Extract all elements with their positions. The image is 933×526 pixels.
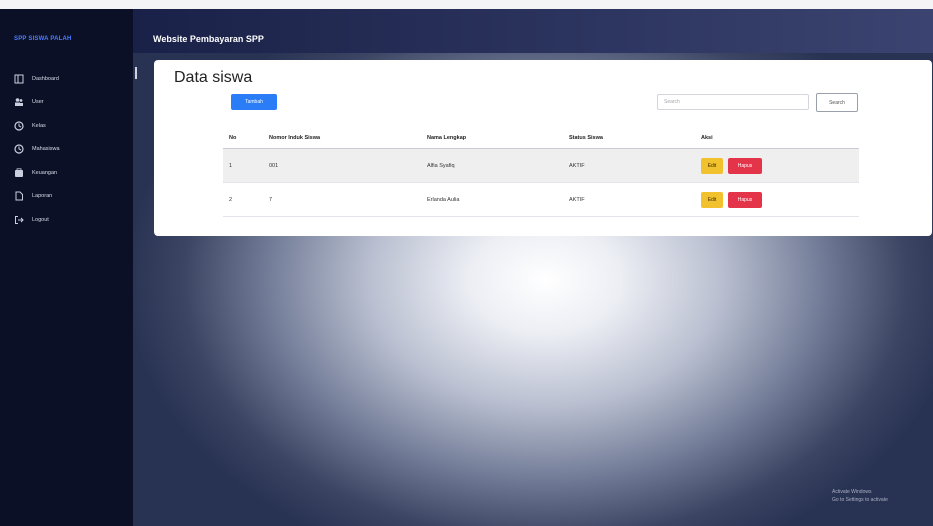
logout-icon	[14, 215, 24, 225]
sidebar-item-dashboard[interactable]: Dashboard	[0, 67, 133, 91]
sidebar: SPP SISWA PALAH Dashboard User Kelas Mah…	[0, 9, 133, 526]
sidebar-item-label: Kelas	[32, 122, 46, 129]
sidebar-item-user[interactable]: User	[0, 91, 133, 115]
page-title: Data siswa	[174, 69, 253, 86]
delete-button[interactable]: Hapus	[728, 191, 762, 208]
users-icon	[14, 97, 24, 107]
cell-status: AKTIF	[563, 148, 695, 183]
table-row: 2 7 Erlanda Aulia AKTIF Edit Hapus	[223, 182, 859, 217]
column-header-no: No	[223, 128, 263, 149]
site-title: Website Pembayaran SPP	[153, 34, 264, 44]
sidebar-item-label: Logout	[32, 216, 49, 223]
column-header-nis: Nomor Induk Siswa	[263, 128, 421, 149]
cell-status: AKTIF	[563, 182, 695, 217]
cell-no: 2	[223, 182, 263, 217]
cell-nama: Erlanda Aulia	[421, 182, 563, 217]
sidebar-item-logout[interactable]: Logout	[0, 208, 133, 232]
sidebar-item-kelas[interactable]: Kelas	[0, 114, 133, 138]
cell-aksi: Edit Hapus	[695, 182, 859, 217]
sidebar-brand[interactable]: SPP SISWA PALAH	[14, 36, 72, 42]
document-icon	[14, 191, 24, 201]
sidebar-item-label: Keuangan	[32, 169, 58, 176]
sidebar-toggle-handle[interactable]	[135, 67, 137, 79]
window-top-strip	[0, 0, 933, 9]
sidebar-item-mahasiswa[interactable]: Mahasiswa	[0, 138, 133, 162]
delete-button[interactable]: Hapus	[728, 157, 762, 174]
cell-nis: 001	[263, 148, 421, 183]
table-header-row: No Nomor Induk Siswa Nama Lengkap Status…	[223, 128, 859, 149]
edit-button[interactable]: Edit	[701, 191, 723, 208]
column-header-aksi: Aksi	[695, 128, 859, 149]
wallet-icon	[14, 168, 24, 178]
cell-no: 1	[223, 148, 263, 183]
sidebar-nav: Dashboard User Kelas Mahasiswa Keuangan	[0, 67, 133, 232]
students-table: No Nomor Induk Siswa Nama Lengkap Status…	[223, 128, 859, 217]
sidebar-item-label: User	[32, 99, 44, 106]
top-navbar: Website Pembayaran SPP	[133, 9, 933, 53]
search-button[interactable]: Search	[816, 93, 858, 112]
dashboard-icon	[14, 74, 24, 84]
cell-nis: 7	[263, 182, 421, 217]
watermark-subtitle: Go to Settings to activate	[832, 497, 888, 503]
edit-button[interactable]: Edit	[701, 157, 723, 174]
data-siswa-card: Data siswa Tambah Search No Nomor Induk …	[154, 60, 932, 236]
column-header-status: Status Siswa	[563, 128, 695, 149]
search-input[interactable]	[657, 94, 809, 110]
clock-icon	[14, 144, 24, 154]
watermark-title: Activate Windows	[832, 489, 872, 495]
activate-windows-watermark: Activate Windows Go to Settings to activ…	[832, 488, 888, 504]
add-button[interactable]: Tambah	[231, 94, 277, 110]
clock-icon	[14, 121, 24, 131]
sidebar-item-label: Laporan	[32, 193, 53, 200]
sidebar-item-keuangan[interactable]: Keuangan	[0, 161, 133, 185]
cell-nama: Alfia Syafiq	[421, 148, 563, 183]
cell-aksi: Edit Hapus	[695, 148, 859, 183]
column-header-nama: Nama Lengkap	[421, 128, 563, 149]
sidebar-item-laporan[interactable]: Laporan	[0, 185, 133, 209]
sidebar-item-label: Mahasiswa	[32, 146, 60, 153]
sidebar-item-label: Dashboard	[32, 75, 59, 82]
table-row: 1 001 Alfia Syafiq AKTIF Edit Hapus	[223, 148, 859, 183]
